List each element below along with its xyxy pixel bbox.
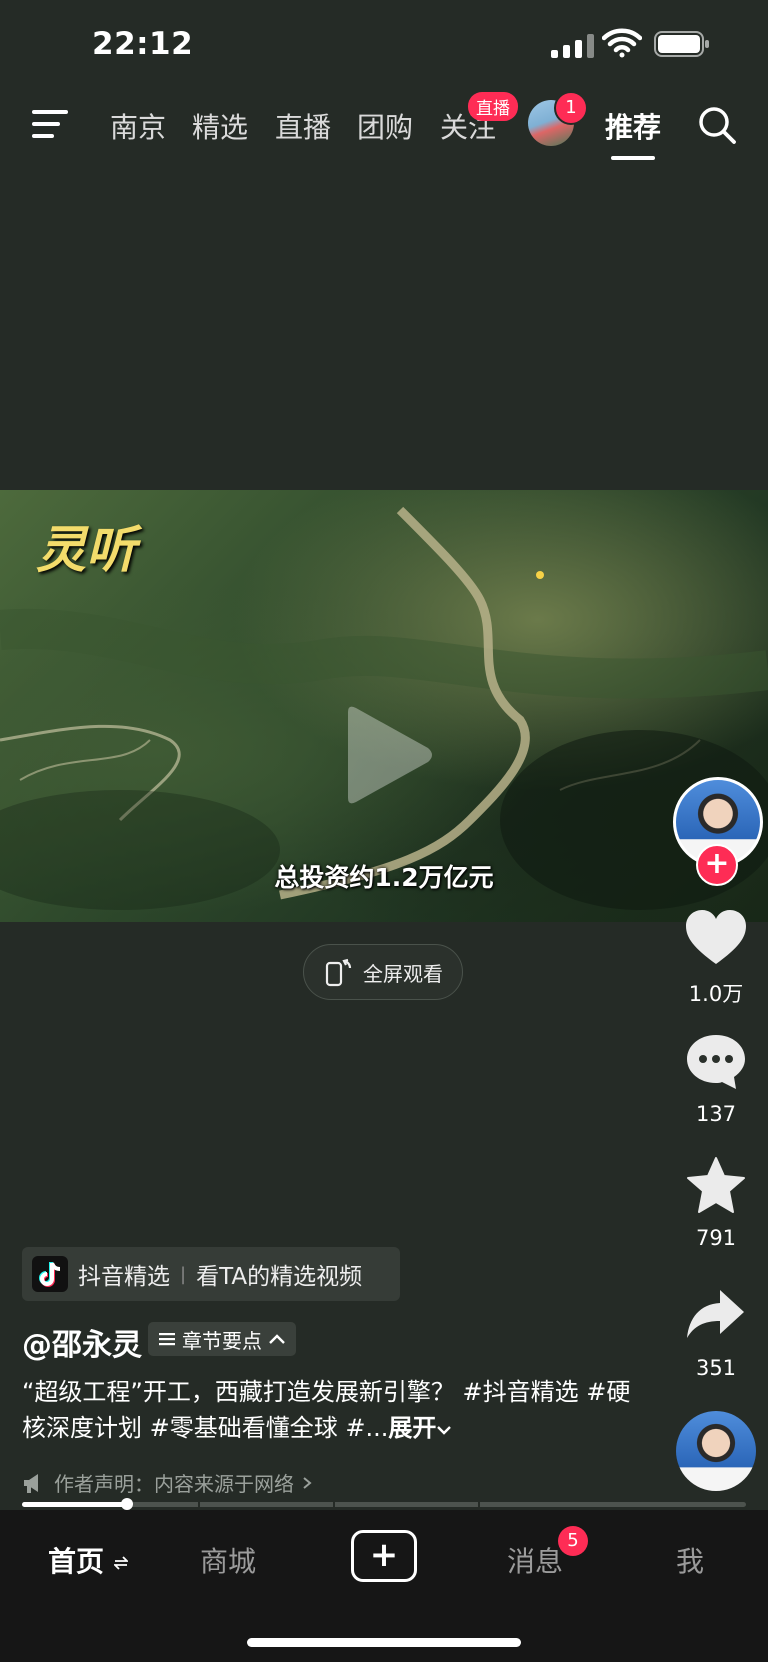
chevron-down-icon xyxy=(437,1426,452,1435)
douyin-logo-icon xyxy=(32,1256,68,1292)
live-badge: 直播 xyxy=(468,92,518,121)
tab-mall[interactable]: 商城 xyxy=(200,1540,256,1580)
list-icon xyxy=(159,1333,175,1346)
home-indicator xyxy=(247,1638,521,1647)
tab-me[interactable]: 我 xyxy=(676,1540,704,1580)
rotate-phone-icon xyxy=(325,958,352,987)
description-text: “超级工程”开工，西藏打造发展新引擎？ #抖音精选 #硬核深度计划 #零基础看懂… xyxy=(22,1378,631,1442)
comment-count: 137 xyxy=(695,1102,737,1126)
tab-home-label: 首页 xyxy=(48,1545,105,1578)
playback-scrubber[interactable] xyxy=(120,1498,133,1510)
like-icon[interactable] xyxy=(684,908,748,968)
divider: | xyxy=(180,1263,187,1285)
expand-label: 展开 xyxy=(388,1414,437,1442)
share-icon[interactable] xyxy=(684,1286,748,1346)
declaration-text: 作者声明：内容来源于网络 xyxy=(54,1472,294,1496)
active-tab-indicator xyxy=(611,156,655,160)
collection-link[interactable]: 看TA的精选视频 xyxy=(196,1257,362,1291)
megaphone-icon xyxy=(24,1473,38,1493)
collection-name: 抖音精选 xyxy=(78,1264,170,1290)
post-description: “超级工程”开工，西藏打造发展新引擎？ #抖音精选 #硬核深度计划 #零基础看懂… xyxy=(22,1374,632,1446)
fullscreen-label: 全屏观看 xyxy=(363,961,443,986)
music-disc[interactable] xyxy=(676,1411,756,1491)
chevron-right-icon xyxy=(303,1476,312,1489)
author-declaration[interactable]: 作者声明：内容来源于网络 xyxy=(22,1468,312,1497)
status-time: 22:12 xyxy=(92,26,194,62)
author-name[interactable]: @邵永灵 xyxy=(22,1320,142,1364)
follow-button[interactable]: + xyxy=(696,844,738,886)
chapter-marker xyxy=(333,1502,335,1507)
cellular-signal-icon xyxy=(551,34,594,58)
tab-live[interactable]: 直播 xyxy=(275,106,331,146)
tab-recommended[interactable]: 推荐 xyxy=(605,106,661,146)
tab-home[interactable]: 首页 xyxy=(48,1540,129,1580)
favorite-star-icon[interactable] xyxy=(684,1156,748,1216)
chapter-button[interactable]: 章节要点 xyxy=(148,1322,296,1356)
tab-featured[interactable]: 精选 xyxy=(192,106,248,146)
tab-group-buy[interactable]: 团购 xyxy=(357,106,413,146)
battery-icon xyxy=(654,31,709,57)
video-watermark: 灵听 xyxy=(36,520,136,579)
avatar-count-badge: 1 xyxy=(554,91,588,125)
messages-badge: 5 xyxy=(558,1526,588,1556)
tab-nanjing[interactable]: 南京 xyxy=(110,106,166,146)
refresh-arrows-icon xyxy=(112,1556,129,1570)
search-icon[interactable] xyxy=(696,104,738,146)
fullscreen-button[interactable]: 全屏观看 xyxy=(303,944,463,1000)
expand-button[interactable]: 展开 xyxy=(388,1414,452,1442)
share-count: 351 xyxy=(695,1356,737,1380)
comment-icon[interactable] xyxy=(684,1032,748,1092)
collection-banner[interactable]: 抖音精选 | 看TA的精选视频 xyxy=(22,1247,400,1301)
chapter-label: 章节要点 xyxy=(182,1328,262,1353)
tab-messages[interactable]: 消息 xyxy=(507,1540,563,1580)
like-count: 1.0万 xyxy=(688,982,744,1006)
playback-progress-fill xyxy=(22,1502,127,1507)
chapter-marker xyxy=(478,1502,480,1507)
create-post-button[interactable]: + xyxy=(351,1530,417,1582)
play-icon[interactable] xyxy=(330,700,440,810)
chevron-up-icon xyxy=(269,1334,285,1344)
wifi-icon xyxy=(602,28,642,58)
chapter-marker xyxy=(198,1502,200,1507)
video-subtitle: 总投资约1.2万亿元 xyxy=(274,863,494,892)
menu-icon[interactable] xyxy=(28,108,72,140)
favorite-count: 791 xyxy=(695,1226,737,1250)
video-player[interactable]: 灵听 总投资约1.2万亿元 xyxy=(0,490,768,922)
